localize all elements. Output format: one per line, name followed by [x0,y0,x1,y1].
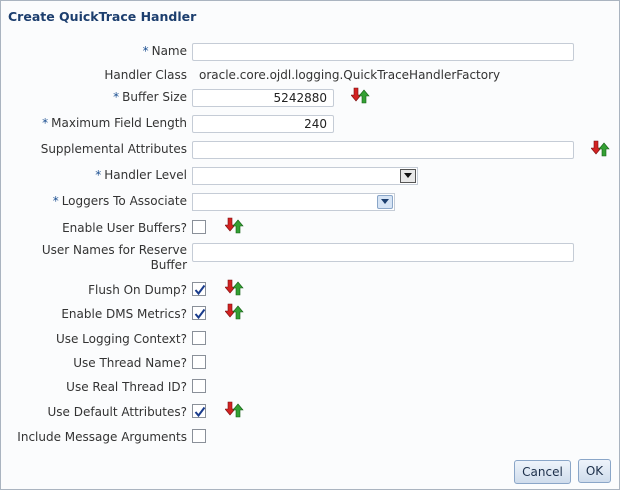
use-default-attributes-checkbox[interactable] [192,404,206,418]
reset-default-icon[interactable] [225,216,245,236]
use-default-attributes-label: Use Default Attributes? [47,405,188,419]
ok-button[interactable]: OK [578,459,611,483]
buffer-size-input[interactable]: 5242880 [192,89,334,107]
name-label: Name [151,44,187,58]
reset-default-icon[interactable] [351,86,371,106]
create-quicktrace-handler-dialog: Create QuickTrace Handler * Name Handler … [0,0,620,490]
dialog-title: Create QuickTrace Handler [8,9,197,24]
reset-default-icon[interactable] [591,139,611,159]
name-input[interactable] [192,43,574,61]
required-marker: * [42,116,49,130]
buffer-size-label: Buffer Size [122,90,187,104]
use-thread-name-label: Use Thread Name? [73,356,187,370]
required-marker: * [95,168,102,182]
use-logging-context-label: Use Logging Context? [55,332,187,346]
reset-default-icon[interactable] [225,302,245,322]
enable-dms-metrics-label: Enable DMS Metrics? [61,307,187,321]
use-real-thread-id-checkbox[interactable] [192,379,206,393]
enable-dms-metrics-checkbox[interactable] [192,306,206,320]
user-names-label: User Names for Reserve Buffer [41,243,187,272]
supplemental-attributes-input[interactable] [192,141,574,159]
required-marker: * [113,90,120,104]
chevron-down-icon [381,199,389,204]
handler-level-dropdown-button[interactable] [400,169,416,183]
required-marker: * [52,194,59,208]
user-names-input[interactable] [192,243,574,262]
loggers-label: Loggers To Associate [61,194,187,208]
required-marker: * [142,44,149,58]
include-message-arguments-label: Include Message Arguments [17,430,187,444]
enable-user-buffers-label: Enable User Buffers? [62,221,187,235]
flush-on-dump-label: Flush On Dump? [88,283,187,297]
max-field-length-label: Maximum Field Length [51,116,187,130]
checkmark-icon [194,284,206,295]
chevron-down-icon [404,173,412,178]
flush-on-dump-checkbox[interactable] [192,282,206,296]
checkmark-icon [194,406,206,417]
cancel-button[interactable]: Cancel [514,460,571,484]
handler-class-value: oracle.core.ojdl.logging.QuickTraceHandl… [199,68,501,82]
use-real-thread-id-label: Use Real Thread ID? [66,380,187,394]
handler-class-label: Handler Class [104,68,187,82]
handler-level-select[interactable] [192,167,418,185]
include-message-arguments-checkbox[interactable] [192,429,206,443]
supplemental-attributes-label: Supplemental Attributes [40,142,187,156]
enable-user-buffers-checkbox[interactable] [192,220,206,234]
max-field-length-input[interactable]: 240 [192,115,334,133]
reset-default-icon[interactable] [225,278,245,298]
use-logging-context-checkbox[interactable] [192,331,206,345]
loggers-select[interactable] [192,193,395,211]
use-thread-name-checkbox[interactable] [192,355,206,369]
checkmark-icon [194,308,206,319]
reset-default-icon[interactable] [225,400,245,420]
loggers-dropdown-button[interactable] [377,195,393,209]
handler-level-label: Handler Level [104,168,187,182]
